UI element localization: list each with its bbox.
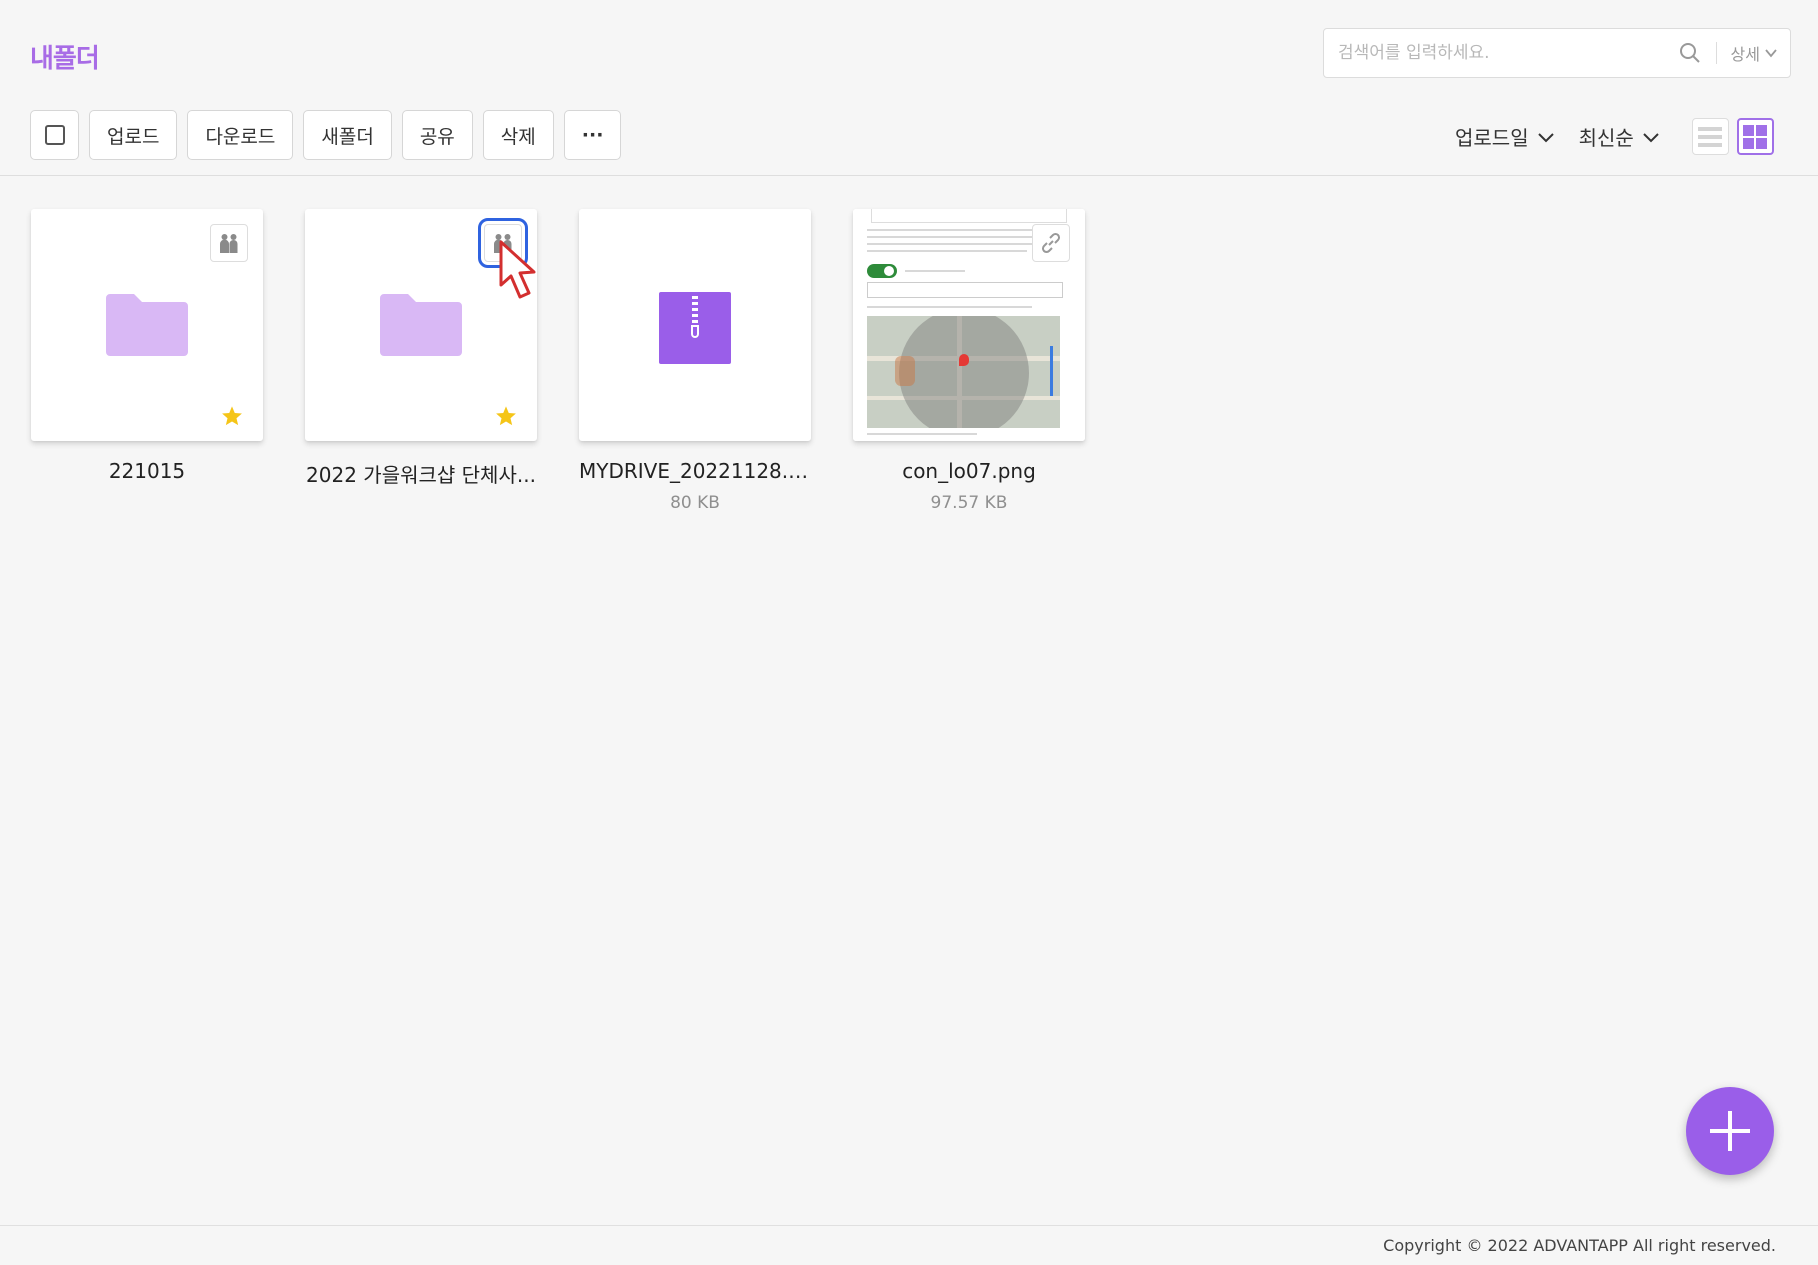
chevron-down-icon [1643,132,1659,142]
sort-order-dropdown[interactable]: 최신순 [1579,122,1660,151]
toolbar: 업로드 다운로드 새폴더 공유 삭제 ··· [30,110,622,160]
folder-icon [380,294,462,356]
header-divider [0,175,1818,176]
file-card[interactable]: MYDRIVE_20221128.ZIP 80 KB [579,209,811,513]
footer-divider [0,1225,1818,1226]
page-title: 내폴더 [30,44,100,74]
item-name[interactable]: 2022 가을워크샵 단체사... [305,459,537,488]
share-button[interactable]: 공유 [401,110,473,160]
search-icon[interactable] [1676,39,1704,67]
search-box: 상세 [1323,28,1791,78]
item-name[interactable]: MYDRIVE_20221128.ZIP [579,459,811,483]
list-view-button[interactable] [1691,118,1729,155]
file-card[interactable]: con_lo07.png 97.57 KB [853,209,1085,513]
add-fab-button[interactable] [1686,1087,1774,1175]
item-size: 97.57 KB [930,493,1008,513]
item-name[interactable]: con_lo07.png [853,459,1085,483]
link-icon [1041,232,1061,254]
select-all-checkbox[interactable] [30,110,79,160]
plus-icon [1710,1111,1750,1151]
list-view-icon [1698,126,1723,147]
sort-controls: 업로드일 최신순 [1455,118,1774,155]
grid-view-button[interactable] [1736,118,1774,155]
chevron-down-icon [1765,49,1777,58]
link-badge[interactable] [1032,224,1070,262]
delete-button[interactable]: 삭제 [482,110,554,160]
item-size: 80 KB [670,493,720,513]
mouse-pointer-icon [499,240,536,299]
download-button[interactable]: 다운로드 [187,110,294,160]
card-thumbnail[interactable] [31,209,263,441]
sort-field-label: 업로드일 [1455,126,1529,150]
upload-button[interactable]: 업로드 [89,110,178,160]
detail-search-toggle[interactable]: 상세 [1717,41,1790,65]
sort-order-label: 최신순 [1578,126,1634,150]
detail-label: 상세 [1730,45,1760,64]
footer-copyright: Copyright © 2022 ADVANTAPP All right res… [1383,1236,1776,1255]
sort-field-dropdown[interactable]: 업로드일 [1455,122,1555,151]
shared-badge[interactable] [210,224,248,262]
item-name[interactable]: 221015 [31,459,263,483]
zip-file-icon [659,292,731,364]
users-icon [220,234,238,253]
star-icon[interactable] [221,405,243,427]
card-thumbnail[interactable] [579,209,811,441]
card-thumbnail[interactable] [853,209,1085,441]
search-input[interactable] [1324,29,1676,77]
folder-icon [106,294,188,356]
more-button[interactable]: ··· [563,110,622,160]
chevron-down-icon [1537,132,1554,142]
star-icon[interactable] [495,405,517,427]
file-card[interactable]: 221015 [31,209,263,483]
checkbox[interactable] [44,125,65,145]
grid-view-icon [1743,124,1768,149]
new-folder-button[interactable]: 새폴더 [303,110,392,160]
